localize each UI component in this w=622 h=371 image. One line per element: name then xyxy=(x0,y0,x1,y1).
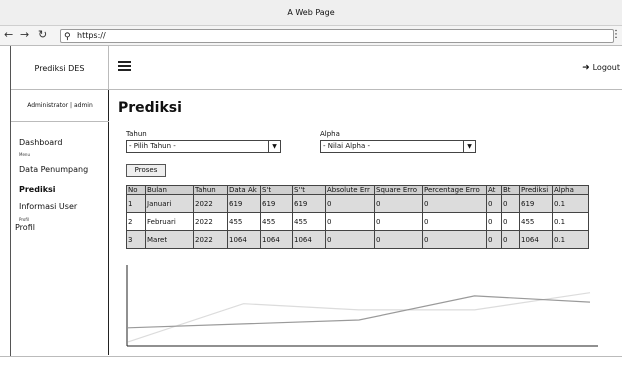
table-cell: Maret xyxy=(145,230,194,249)
sidebar-caption-profil: Profil xyxy=(19,217,29,222)
table-cell: 3 xyxy=(126,230,146,249)
table-cell: 0.1 xyxy=(552,212,589,231)
sidebar-caption-menu: Menu xyxy=(19,152,30,157)
hamburger-menu-icon[interactable] xyxy=(118,61,131,71)
sidebar-item-informasi-user[interactable]: Informasi User xyxy=(19,202,77,211)
top-bar: Prediksi DES ➜ Logout xyxy=(11,46,622,90)
table-cell: 2022 xyxy=(193,230,228,249)
table-cell: 0 xyxy=(422,230,487,249)
alpha-select-value: - Nilai Alpha - xyxy=(323,142,370,150)
proses-button[interactable]: Proses xyxy=(126,164,166,177)
table-cell: 0 xyxy=(501,230,520,249)
sidebar-item-profil[interactable]: Profil xyxy=(15,223,35,232)
table-cell: 455 xyxy=(260,212,293,231)
table-cell: 455 xyxy=(519,212,553,231)
column-header: Absolute Err xyxy=(325,185,375,195)
logout-icon: ➜ xyxy=(582,63,590,73)
series-line-2 xyxy=(127,292,591,343)
table-cell: 0.1 xyxy=(552,230,589,249)
table-cell: 0 xyxy=(374,212,423,231)
table-cell: 1064 xyxy=(519,230,553,249)
table-cell: 0 xyxy=(325,230,375,249)
column-header: S't xyxy=(260,185,293,195)
search-icon: ⚲ xyxy=(64,32,71,42)
table-row: 2 Februari 2022 455 455 455 0 0 0 0 0 45… xyxy=(126,212,589,231)
table-cell: 0 xyxy=(374,194,423,213)
table-cell: 0 xyxy=(501,194,520,213)
table-header-row: No Bulan Tahun Data Ak S't S''t Absolute… xyxy=(126,185,589,195)
table-cell: 0 xyxy=(325,212,375,231)
table-cell: Januari xyxy=(145,194,194,213)
sidebar-item-prediksi[interactable]: Prediksi xyxy=(19,185,56,194)
table-cell: 619 xyxy=(292,194,326,213)
column-header: Percentage Erro xyxy=(422,185,487,195)
table-cell: 1064 xyxy=(227,230,261,249)
tahun-select[interactable]: - Pilih Tahun - ▼ xyxy=(126,140,281,153)
table-cell: 0 xyxy=(374,230,423,249)
sidebar: Administrator | admin Dashboard Menu Dat… xyxy=(11,90,109,355)
table-cell: 0 xyxy=(325,194,375,213)
table-cell: 2 xyxy=(126,212,146,231)
chevron-down-icon: ▼ xyxy=(268,141,280,152)
column-header: Bulan xyxy=(145,185,194,195)
alpha-label: Alpha xyxy=(320,130,340,138)
alpha-select[interactable]: - Nilai Alpha - ▼ xyxy=(320,140,476,153)
status-bar xyxy=(0,356,622,371)
column-header: Square Erro xyxy=(374,185,423,195)
brand[interactable]: Prediksi DES xyxy=(11,46,109,90)
table-cell: 455 xyxy=(292,212,326,231)
column-header: Alpha xyxy=(552,185,589,195)
series-line-1 xyxy=(127,295,591,329)
table-cell: Februari xyxy=(145,212,194,231)
table-cell: 0 xyxy=(422,194,487,213)
table-cell: 2022 xyxy=(193,212,228,231)
table-cell: 619 xyxy=(260,194,293,213)
table-cell: 1064 xyxy=(292,230,326,249)
table-cell: 0 xyxy=(486,230,502,249)
column-header: No xyxy=(126,185,146,195)
column-header: At xyxy=(486,185,502,195)
logout-button[interactable]: ➜ Logout xyxy=(582,63,620,73)
sidebar-item-dashboard[interactable]: Dashboard xyxy=(19,138,62,147)
sidebar-item-data-penumpang[interactable]: Data Penumpang xyxy=(19,165,88,174)
table-row: 1 Januari 2022 619 619 619 0 0 0 0 0 619… xyxy=(126,194,589,213)
table-cell: 0.1 xyxy=(552,194,589,213)
table-cell: 2022 xyxy=(193,194,228,213)
table-cell: 1064 xyxy=(260,230,293,249)
table-cell: 1 xyxy=(126,194,146,213)
user-info: Administrator | admin xyxy=(11,90,109,122)
table-cell: 619 xyxy=(227,194,261,213)
column-header: Data Ak xyxy=(227,185,261,195)
reload-icon[interactable]: ↻ xyxy=(38,28,47,42)
brand-label: Prediksi DES xyxy=(34,63,85,73)
table-cell: 0 xyxy=(422,212,487,231)
address-url: https:// xyxy=(77,31,106,40)
column-header: Bt xyxy=(501,185,520,195)
page-title: Prediksi xyxy=(118,100,182,116)
table-cell: 0 xyxy=(486,212,502,231)
prediction-table: No Bulan Tahun Data Ak S't S''t Absolute… xyxy=(126,185,589,249)
column-header: Prediksi xyxy=(519,185,553,195)
window-title-bar: A Web Page xyxy=(0,0,622,26)
window-title: A Web Page xyxy=(287,8,335,17)
logout-label: Logout xyxy=(592,63,620,72)
table-cell: 0 xyxy=(501,212,520,231)
back-arrow-icon[interactable]: ← xyxy=(4,28,13,42)
table-row: 3 Maret 2022 1064 1064 1064 0 0 0 0 0 10… xyxy=(126,230,589,249)
prediction-line-chart xyxy=(126,265,598,347)
table-cell: 455 xyxy=(227,212,261,231)
browser-toolbar: ← → ↻ ⚲ https:// ⋮ xyxy=(0,26,622,46)
column-header: S''t xyxy=(292,185,326,195)
chevron-down-icon: ▼ xyxy=(463,141,475,152)
address-bar[interactable]: ⚲ https:// xyxy=(60,29,614,43)
tahun-select-value: - Pilih Tahun - xyxy=(129,142,176,150)
table-cell: 0 xyxy=(486,194,502,213)
proses-label: Proses xyxy=(134,166,158,174)
user-label: Administrator | admin xyxy=(27,102,93,109)
forward-arrow-icon[interactable]: → xyxy=(20,28,29,42)
column-header: Tahun xyxy=(193,185,228,195)
more-vertical-icon[interactable]: ⋮ xyxy=(611,29,621,41)
table-cell: 619 xyxy=(519,194,553,213)
